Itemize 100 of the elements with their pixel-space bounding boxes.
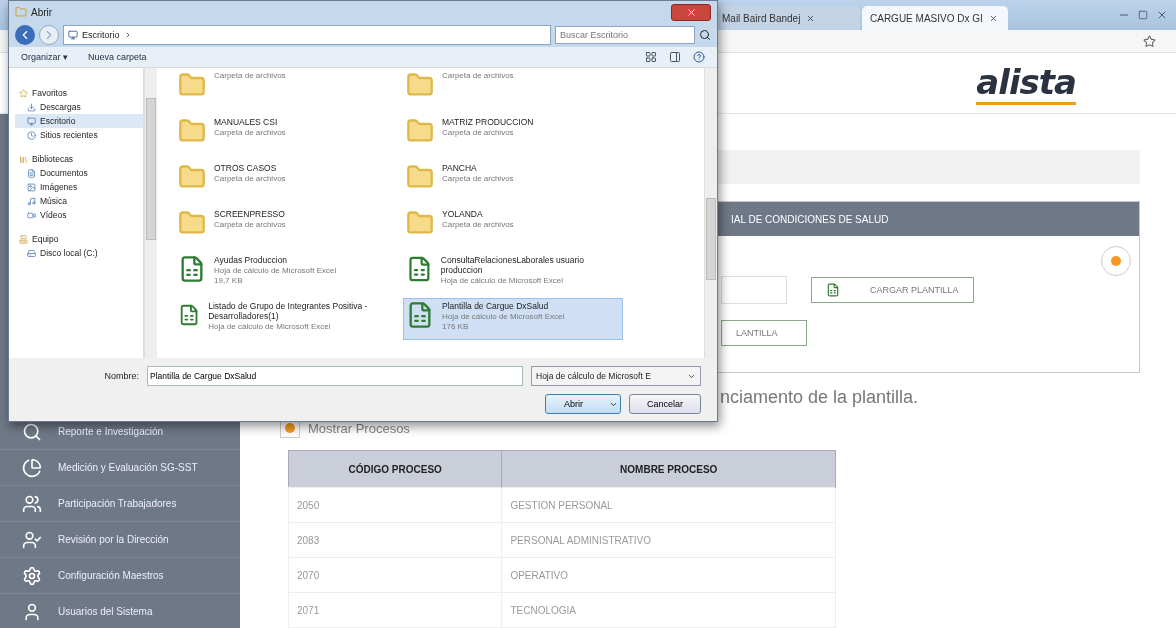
table-cell: 2050 (288, 487, 502, 523)
file-detail: Hoja de cálculo de Microsoft Excel (208, 322, 332, 331)
scrollbar[interactable] (704, 68, 717, 358)
search-icon (699, 29, 711, 41)
dot-icon (1111, 256, 1121, 266)
browser-tab[interactable]: CARGUE MASIVO Dx GI (862, 6, 1008, 30)
scrollbar[interactable] (144, 68, 157, 358)
maximize-icon[interactable] (1138, 10, 1148, 20)
folder-icon (178, 163, 206, 191)
sidebar-item[interactable]: Revisión por la Dirección (0, 522, 240, 558)
filename-field[interactable]: Plantilla de Cargue DxSalud (147, 366, 523, 386)
file-detail: Carpeta de archivos (442, 71, 514, 80)
file-name: OTROS CASOS (214, 163, 278, 173)
address-field[interactable]: Escritorio (63, 25, 551, 45)
close-icon[interactable] (988, 13, 998, 23)
logo: alista (976, 61, 1076, 105)
music-icon (27, 196, 36, 206)
search-icon (22, 421, 42, 442)
sidebar-item[interactable]: Medición y Evaluación SG-SST (0, 450, 240, 486)
back-button[interactable] (15, 25, 35, 45)
star-icon (19, 88, 28, 98)
toggle-label: Mostrar Procesos (308, 420, 410, 436)
file-item[interactable]: Listado de Grupo de Integrantes Positiva - Desarrolladores(1) Hoja de cálculo de Microsoft Excel (175, 298, 395, 340)
nav-item[interactable]: Favoritos (15, 86, 143, 100)
view-icon[interactable] (645, 51, 657, 63)
nav-item[interactable]: Imágenes (15, 180, 143, 194)
file-name: YOLANDA (442, 209, 484, 219)
monitor-icon (27, 116, 36, 126)
bookmark-star-icon[interactable] (1143, 34, 1156, 48)
close-button[interactable] (671, 3, 711, 21)
file-name: PANCHA (442, 163, 478, 173)
image-icon (27, 182, 36, 192)
file-name: ConsultaRelacionesLaborales usuario produccion (440, 255, 585, 275)
file-item[interactable]: ConsultaRelacionesLaborales usuario produccion Hoja de cálculo de Microsoft Excel (403, 252, 623, 294)
collapse-button[interactable] (1101, 246, 1131, 276)
preview-pane-icon[interactable] (669, 51, 681, 63)
file-type-select[interactable]: Hoja de cálculo de Microsoft E (531, 366, 701, 386)
file-detail: Carpeta de archivos (442, 174, 514, 183)
folder-icon (178, 209, 206, 237)
nav-item[interactable]: Disco local (C:) (15, 246, 143, 260)
template-button[interactable]: LANTILLA (721, 320, 807, 346)
close-icon[interactable] (1156, 9, 1168, 21)
sidebar-item[interactable]: Configuración Maestros (0, 558, 240, 594)
file-detail: 19,7 KB (214, 276, 244, 285)
file-item[interactable]: MANUALES CSI Carpeta de archivos (175, 114, 395, 156)
file-detail: Carpeta de archivos (442, 128, 515, 137)
nav-item[interactable]: Documentos (15, 166, 143, 180)
upload-button[interactable]: CARGAR PLANTILLA (811, 277, 974, 303)
file-name: MATRIZ PRODUCCION (442, 117, 534, 127)
file-detail: Carpeta de archivos (214, 71, 286, 80)
file-item[interactable]: Plantilla de Cargue DxSalud Hoja de cálculo de Microsoft Excel 176 KB (403, 298, 623, 340)
table-cell: GESTION PERSONAL (501, 487, 836, 523)
table-cell: 2083 (288, 522, 502, 558)
person-icon (22, 601, 42, 622)
filename-label: Nombre: (104, 371, 139, 381)
file-item[interactable]: PANCHA Carpeta de archivos (403, 160, 623, 202)
file-input-field[interactable] (721, 276, 787, 304)
file-name: Plantilla de Cargue DxSalud (442, 301, 550, 311)
table-cell: 2070 (288, 557, 502, 593)
nav-item[interactable]: Música (15, 194, 143, 208)
help-icon[interactable] (693, 51, 705, 63)
file-detail: Carpeta de archivos (214, 174, 286, 183)
folder-icon (406, 71, 434, 99)
pie-chart-icon (22, 457, 42, 478)
nav-item[interactable]: Descargas (15, 100, 143, 114)
forward-button[interactable] (39, 25, 59, 45)
folder-icon (15, 6, 27, 18)
file-detail: Hoja de cálculo de Microsoft Excel (440, 276, 565, 285)
folder-icon (406, 163, 434, 191)
toolbar-button[interactable]: Organizar ▾ (21, 52, 69, 62)
video-icon (27, 210, 36, 220)
nav-item[interactable]: Equipo (15, 232, 143, 246)
nav-item[interactable]: Escritorio (15, 114, 143, 128)
sidebar-item[interactable]: Participación Trabajadores (0, 486, 240, 522)
folder-icon (406, 117, 434, 145)
library-icon (19, 154, 28, 164)
nav-item[interactable]: Bibliotecas (15, 152, 143, 166)
file-item[interactable]: Ayudas Produccion Hoja de cálculo de Microsoft Excel 19,7 KB (175, 252, 395, 294)
table-cell: TECNOLOGIA (501, 592, 836, 628)
close-icon[interactable] (806, 13, 816, 23)
person-check-icon (22, 529, 42, 550)
cancel-button[interactable]: Cancelar (629, 394, 701, 414)
file-item[interactable]: OTROS CASOS Carpeta de archivos (175, 160, 395, 202)
file-item[interactable]: MATRIZ PRODUCCION Carpeta de archivos (403, 114, 623, 156)
nav-item[interactable]: Vídeos (15, 208, 143, 222)
folder-icon (178, 117, 206, 145)
file-detail: Carpeta de archivos (214, 128, 286, 137)
file-item[interactable]: Carpeta de archivos (175, 68, 395, 110)
table-cell: OPERATIVO (501, 557, 836, 593)
file-name: Ayudas Produccion (214, 255, 289, 265)
hard-drive-icon (27, 248, 36, 258)
file-item[interactable]: Carpeta de archivos (403, 68, 623, 110)
sidebar-item[interactable]: Usuarios del Sistema (0, 594, 240, 628)
file-detail: Hoja de cálculo de Microsoft Excel (214, 266, 337, 275)
search-field[interactable]: Buscar Escritorio (555, 26, 695, 44)
document-icon (27, 168, 36, 178)
open-button[interactable]: Abrir (545, 394, 621, 414)
nav-item[interactable]: Sitios recientes (15, 128, 143, 142)
folder-icon (406, 209, 434, 237)
toolbar-button[interactable]: Nueva carpeta (88, 52, 147, 62)
